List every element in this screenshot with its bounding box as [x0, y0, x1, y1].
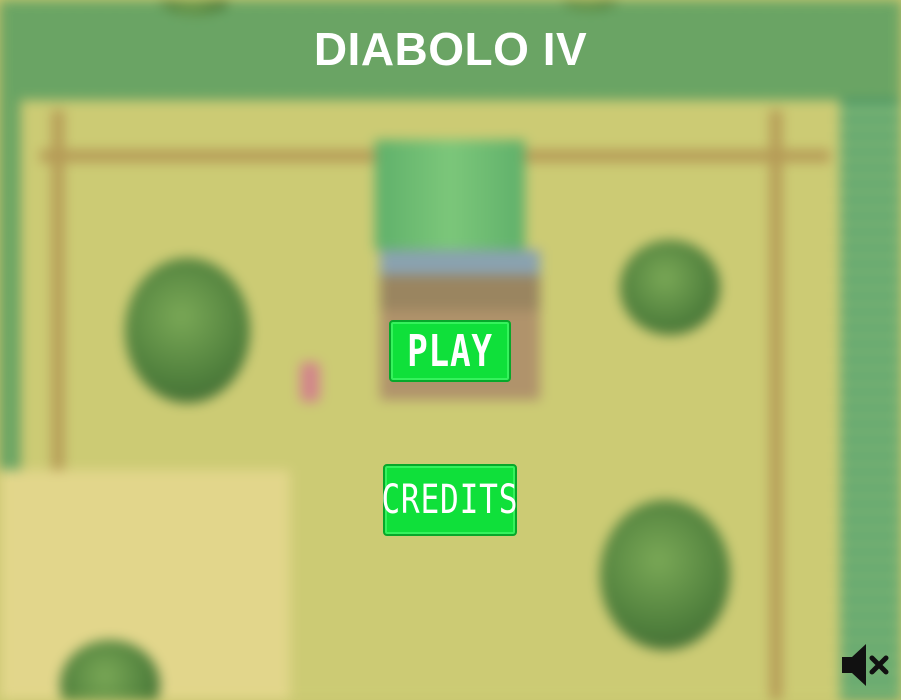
speaker-muted-icon — [842, 644, 889, 686]
fence — [770, 110, 782, 700]
play-button-label: PLAY — [407, 325, 493, 377]
character-sprite — [300, 362, 320, 402]
house-roof — [375, 140, 525, 250]
game-title: DIABOLO IV — [313, 23, 588, 75]
fence — [52, 110, 64, 470]
mute-button[interactable] — [838, 640, 890, 690]
tree — [125, 258, 250, 403]
credits-button[interactable]: CREDITS — [381, 464, 519, 536]
grass-edge — [840, 100, 901, 700]
play-button[interactable]: PLAY — [389, 320, 511, 382]
tree — [600, 500, 730, 650]
tree — [620, 240, 720, 335]
credits-button-label: CREDITS — [381, 477, 519, 523]
